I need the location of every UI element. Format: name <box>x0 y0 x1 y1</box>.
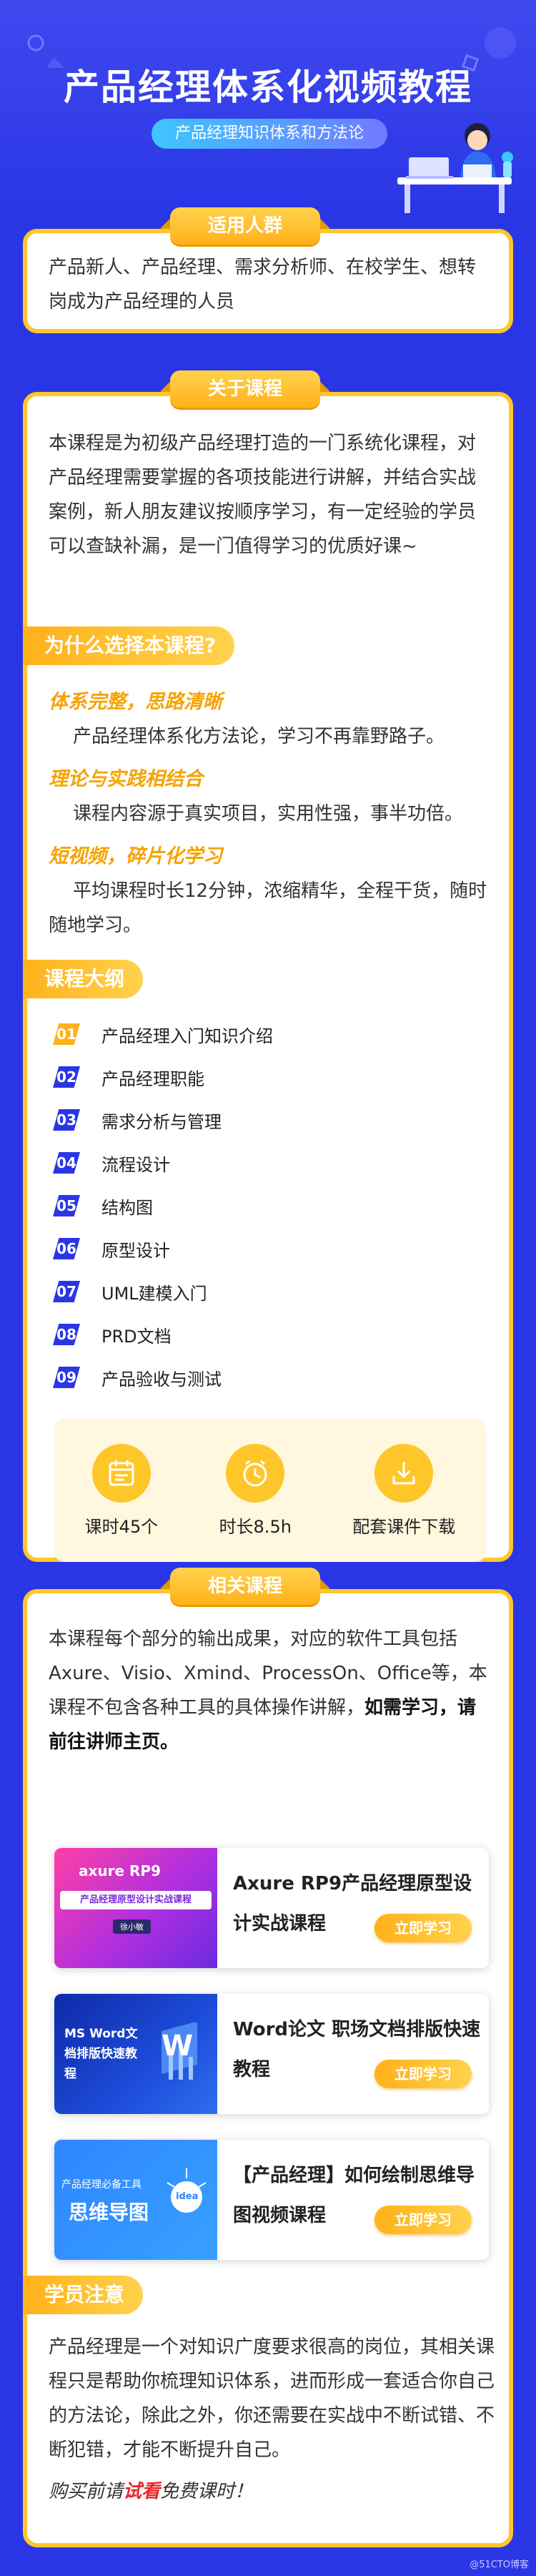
about-card: 本课程是为初级产品经理打造的一门系统化课程，对产品经理需要掌握的各项技能进行讲解… <box>23 392 513 1562</box>
thumbnail-subtitle: 产品经理必备工具 <box>61 2179 142 2191</box>
thumbnail-title: MS Word文档排版快速教程 <box>64 2027 138 2081</box>
related-card: 本课程每个部分的输出成果，对应的软件工具包括Axure、Visio、Xmind、… <box>23 1589 513 2547</box>
feature-title: 理论与实践相结合 <box>49 768 203 790</box>
outline-number: 07 <box>53 1281 80 1302</box>
outline-item: 03 需求分析与管理 <box>53 1098 482 1141</box>
course-thumbnail: 产品经理必备工具 思维导图 idea <box>54 2140 217 2260</box>
outline-label: 需求分析与管理 <box>101 1111 222 1132</box>
feature-desc: 平均课程时长12分钟，浓缩精华，全程干货，随时随地学习。 <box>49 880 487 936</box>
related-ribbon: 相关课程 <box>170 1568 320 1605</box>
outline-number: 02 <box>53 1066 80 1088</box>
person-laptop-illustration <box>397 123 513 213</box>
outline-label: 产品经理入门知识介绍 <box>101 1026 273 1046</box>
outline-number: 04 <box>53 1152 80 1174</box>
course-card-axure[interactable]: axure RP9 产品经理原型设计实战课程 徐小敏 Axure RP9产品经理… <box>54 1848 489 1968</box>
feature-item: 短视频，碎片化学习 平均课程时长12分钟，浓缩精华，全程干货，随时随地学习。 <box>49 840 492 943</box>
cta-highlight[interactable]: 试看 <box>123 2481 160 2502</box>
stat-label: 配套课件下载 <box>352 1516 456 1537</box>
outline-label: 产品经理职能 <box>101 1068 204 1089</box>
outline-item: 06 原型设计 <box>53 1227 482 1270</box>
word-logo-letter: W <box>162 2030 194 2063</box>
course-card-word[interactable]: MS Word文档排版快速教程 W Word论文 职场文档排版快速教程 立即学习 <box>54 1994 489 2114</box>
page-title: 产品经理体系化视频教程 <box>64 67 472 108</box>
audience-ribbon: 适用人群 <box>170 207 320 245</box>
notice-cta: 购买前请试看免费课时！ <box>49 2474 253 2509</box>
thumbnail-author: 徐小敏 <box>113 1919 151 1934</box>
axure-logo: axure RP9 <box>79 1862 161 1879</box>
outline-number: 08 <box>53 1324 80 1345</box>
course-thumbnail: MS Word文档排版快速教程 W <box>54 1994 217 2114</box>
outline-number: 09 <box>53 1367 80 1388</box>
feature-title: 体系完整，思路清晰 <box>49 691 222 713</box>
outline-label: 产品验收与测试 <box>101 1369 222 1390</box>
learn-now-button[interactable]: 立即学习 <box>374 2206 472 2234</box>
stat-label: 时长8.5h <box>219 1516 292 1537</box>
outline-number: 06 <box>53 1238 80 1259</box>
stat-lessons: 课时45个 <box>84 1443 159 1538</box>
clock-icon <box>226 1443 285 1503</box>
about-ribbon: 关于课程 <box>170 370 320 408</box>
outline-number: 05 <box>53 1195 80 1216</box>
outline-list: 01 产品经理入门知识介绍 02 产品经理职能 03 需求分析与管理 04 流程… <box>53 1013 482 1399</box>
feature-item: 理论与实践相结合 课程内容源于真实项目，实用性强，事半功倍。 <box>49 762 492 840</box>
outline-item: 08 PRD文档 <box>53 1313 482 1356</box>
outline-tag: 课程大纲 <box>23 960 144 998</box>
cta-text: 免费课时！ <box>160 2481 254 2502</box>
outline-item: 04 流程设计 <box>53 1141 482 1184</box>
feature-item: 体系完整，思路清晰 产品经理体系化方法论，学习不再靠野路子。 <box>49 685 492 762</box>
feature-list: 体系完整，思路清晰 产品经理体系化方法论，学习不再靠野路子。 理论与实践相结合 … <box>49 685 492 943</box>
outline-number: 03 <box>53 1109 80 1131</box>
course-thumbnail: axure RP9 产品经理原型设计实战课程 徐小敏 <box>54 1848 217 1968</box>
outline-item: 05 结构图 <box>53 1184 482 1227</box>
outline-item: 01 产品经理入门知识介绍 <box>53 1013 482 1056</box>
watermark: @51CTO博客 <box>470 2560 529 2570</box>
outline-item: 02 产品经理职能 <box>53 1056 482 1098</box>
stat-download: 配套课件下载 <box>352 1443 456 1538</box>
calendar-icon <box>91 1443 151 1503</box>
feature-title: 短视频，碎片化学习 <box>49 845 222 867</box>
outline-label: 流程设计 <box>101 1154 170 1175</box>
notice-tag: 学员注意 <box>23 2276 144 2314</box>
outline-item: 07 UML建模入门 <box>53 1270 482 1313</box>
cta-text: 购买前请 <box>49 2481 124 2502</box>
course-stats: 课时45个 时长8.5h 配套课件下载 <box>54 1419 486 1562</box>
outline-label: 结构图 <box>101 1197 153 1218</box>
thumbnail-title: 产品经理原型设计实战课程 <box>60 1891 212 1909</box>
download-icon <box>374 1443 434 1503</box>
idea-label: idea <box>176 2191 199 2202</box>
outline-item: 09 产品验收与测试 <box>53 1356 482 1399</box>
outline-number: 01 <box>53 1023 80 1045</box>
learn-now-button[interactable]: 立即学习 <box>374 1914 472 1942</box>
stat-label: 课时45个 <box>84 1516 159 1537</box>
page-subtitle: 产品经理知识体系和方法论 <box>152 119 387 149</box>
thumbnail-title: 思维导图 <box>69 2201 149 2224</box>
feature-desc: 课程内容源于真实项目，实用性强，事半功倍。 <box>73 803 464 825</box>
related-intro: 本课程每个部分的输出成果，对应的软件工具包括Axure、Visio、Xmind、… <box>49 1622 495 1759</box>
about-text: 本课程是为初级产品经理打造的一门系统化课程，对产品经理需要掌握的各项技能进行讲解… <box>49 433 477 557</box>
hero-banner: 产品经理体系化视频教程 产品经理知识体系和方法论 <box>0 0 536 215</box>
outline-label: UML建模入门 <box>101 1283 207 1304</box>
why-choose-tag: 为什么选择本课程? <box>23 626 235 665</box>
audience-text: 产品新人、产品经理、需求分析师、在校学生、想转岗成为产品经理的人员 <box>49 257 477 313</box>
stat-duration: 时长8.5h <box>219 1443 292 1538</box>
learn-now-button[interactable]: 立即学习 <box>374 2060 472 2088</box>
feature-desc: 产品经理体系化方法论，学习不再靠野路子。 <box>73 726 445 747</box>
notice-text: 产品经理是一个对知识广度要求很高的岗位，其相关课程只是帮助你梳理知识体系，进而形… <box>49 2336 495 2461</box>
outline-label: 原型设计 <box>101 1240 170 1261</box>
outline-label: PRD文档 <box>101 1326 172 1347</box>
course-card-mindmap[interactable]: 产品经理必备工具 思维导图 idea 【产品经理】如何绘制思维导图视频课程 立即… <box>54 2140 489 2260</box>
